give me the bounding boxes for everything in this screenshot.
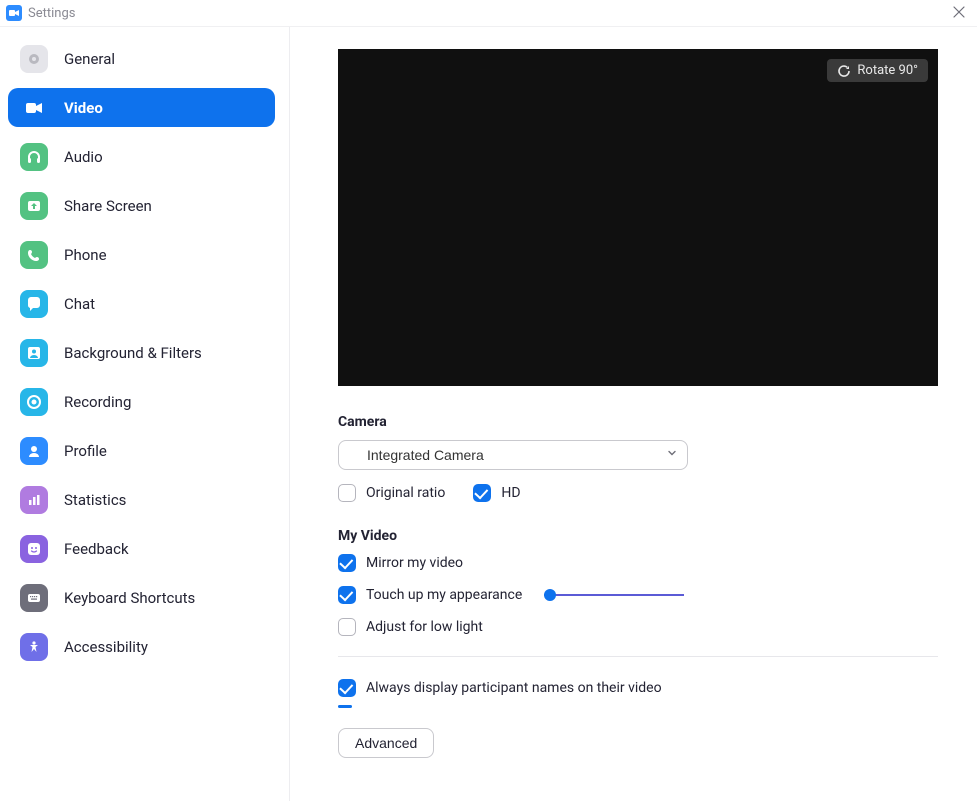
rotate-label: Rotate 90° xyxy=(857,63,918,78)
sidebar: General Video Audio Share Screen Phone xyxy=(0,27,290,801)
sidebar-item-feedback[interactable]: Feedback xyxy=(8,529,275,568)
chat-icon xyxy=(20,290,48,318)
low-light-label: Adjust for low light xyxy=(366,619,483,635)
sidebar-item-chat[interactable]: Chat xyxy=(8,284,275,323)
touch-up-slider[interactable] xyxy=(544,589,684,601)
accessibility-icon xyxy=(20,633,48,661)
close-icon[interactable] xyxy=(949,2,969,22)
headphones-icon xyxy=(20,143,48,171)
sidebar-item-profile[interactable]: Profile xyxy=(8,431,275,470)
camera-select[interactable]: Integrated Camera xyxy=(338,440,688,470)
partial-indicator xyxy=(338,705,352,708)
sidebar-item-audio[interactable]: Audio xyxy=(8,137,275,176)
sidebar-item-keyboard-shortcuts[interactable]: Keyboard Shortcuts xyxy=(8,578,275,617)
hd-checkbox[interactable] xyxy=(473,484,491,502)
sidebar-item-label: Phone xyxy=(64,246,265,264)
sidebar-item-label: General xyxy=(64,50,265,68)
display-names-label: Always display participant names on thei… xyxy=(366,680,662,696)
sidebar-item-label: Video xyxy=(64,99,265,117)
divider xyxy=(338,656,938,657)
sidebar-item-label: Background & Filters xyxy=(64,344,265,362)
sidebar-item-recording[interactable]: Recording xyxy=(8,382,275,421)
sidebar-item-label: Feedback xyxy=(64,540,265,558)
record-icon xyxy=(20,388,48,416)
original-ratio-checkbox[interactable] xyxy=(338,484,356,502)
person-icon xyxy=(20,339,48,367)
sidebar-item-phone[interactable]: Phone xyxy=(8,235,275,274)
advanced-button[interactable]: Advanced xyxy=(338,728,434,758)
share-icon xyxy=(20,192,48,220)
sidebar-item-label: Share Screen xyxy=(64,197,265,215)
mirror-label: Mirror my video xyxy=(366,555,463,571)
camera-selected-value: Integrated Camera xyxy=(367,447,484,463)
sidebar-item-background-filters[interactable]: Background & Filters xyxy=(8,333,275,372)
profile-icon xyxy=(20,437,48,465)
video-preview: Rotate 90° xyxy=(338,49,938,386)
hd-label: HD xyxy=(501,485,520,501)
sidebar-item-label: Profile xyxy=(64,442,265,460)
sidebar-item-label: Chat xyxy=(64,295,265,313)
camera-select-wrap: Integrated Camera xyxy=(338,440,688,470)
rotate-icon xyxy=(837,64,851,78)
rotate-button[interactable]: Rotate 90° xyxy=(827,59,928,82)
smile-icon xyxy=(20,535,48,563)
gear-icon xyxy=(20,45,48,73)
video-icon xyxy=(20,94,48,122)
slider-thumb[interactable] xyxy=(544,589,556,601)
stats-icon xyxy=(20,486,48,514)
my-video-section-label: My Video xyxy=(338,528,941,544)
sidebar-item-label: Audio xyxy=(64,148,265,166)
original-ratio-label: Original ratio xyxy=(366,485,445,501)
camera-section-label: Camera xyxy=(338,414,941,430)
sidebar-item-statistics[interactable]: Statistics xyxy=(8,480,275,519)
titlebar: Settings xyxy=(0,0,977,26)
mirror-checkbox[interactable] xyxy=(338,554,356,572)
sidebar-item-share-screen[interactable]: Share Screen xyxy=(8,186,275,225)
phone-icon xyxy=(20,241,48,269)
low-light-checkbox[interactable] xyxy=(338,618,356,636)
touch-up-label: Touch up my appearance xyxy=(366,587,522,603)
sidebar-item-label: Statistics xyxy=(64,491,265,509)
window-title: Settings xyxy=(28,6,75,21)
content-video-settings: Rotate 90° Camera Integrated Camera Orig… xyxy=(290,27,977,801)
display-names-checkbox[interactable] xyxy=(338,679,356,697)
sidebar-item-general[interactable]: General xyxy=(8,39,275,78)
sidebar-item-video[interactable]: Video xyxy=(8,88,275,127)
sidebar-item-label: Accessibility xyxy=(64,638,265,656)
app-icon xyxy=(6,5,22,21)
sidebar-item-accessibility[interactable]: Accessibility xyxy=(8,627,275,666)
keyboard-icon xyxy=(20,584,48,612)
sidebar-item-label: Recording xyxy=(64,393,265,411)
touch-up-checkbox[interactable] xyxy=(338,586,356,604)
main: General Video Audio Share Screen Phone xyxy=(0,26,977,801)
advanced-label: Advanced xyxy=(355,735,417,751)
sidebar-item-label: Keyboard Shortcuts xyxy=(64,589,265,607)
slider-track xyxy=(544,594,684,596)
